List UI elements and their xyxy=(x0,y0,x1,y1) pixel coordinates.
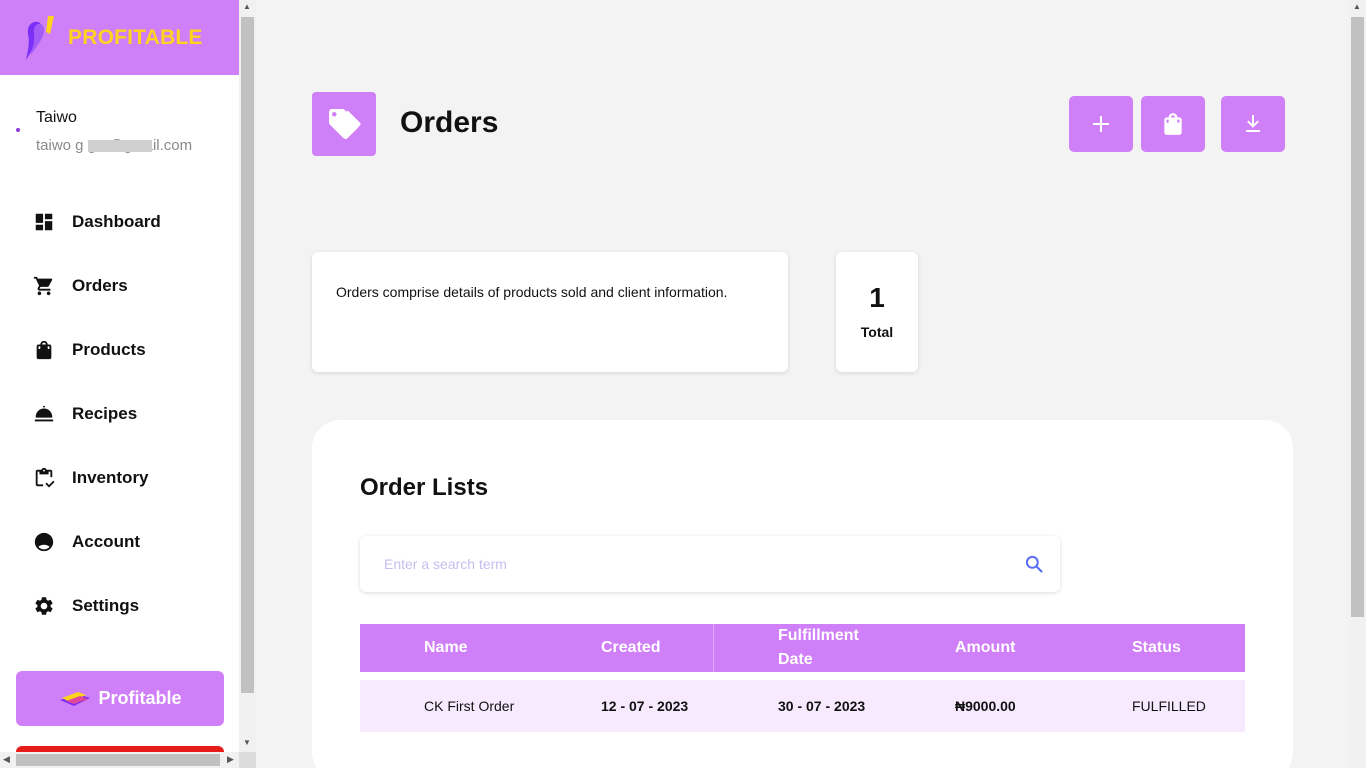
sidebar-item-account[interactable]: Account xyxy=(0,522,239,562)
search-box xyxy=(360,536,1060,592)
sidebar-item-label: Inventory xyxy=(72,468,149,487)
total-card: 1 Total xyxy=(836,252,918,372)
bag-icon xyxy=(36,340,52,360)
promo-label: Profitable xyxy=(98,688,182,708)
download-icon xyxy=(1246,115,1260,132)
sidebar-item-inventory[interactable]: Inventory xyxy=(0,458,239,498)
brand-name: PROFITABLE xyxy=(68,26,203,49)
sidebar-horizontal-scrollbar[interactable]: ◀ ▶ xyxy=(0,752,239,768)
cell-created: 12 - 07 - 2023 xyxy=(601,698,689,714)
email-redaction xyxy=(88,140,152,152)
description-card: Orders comprise details of products sold… xyxy=(312,252,788,372)
download-button[interactable] xyxy=(1221,96,1285,152)
sidebar-item-label: Settings xyxy=(72,596,140,615)
sidebar: PROFITABLE Taiwo taiwo g g 1@gmail.com D… xyxy=(0,0,239,768)
cart-icon xyxy=(33,276,53,296)
search-icon[interactable] xyxy=(1024,554,1044,574)
brand-header[interactable]: PROFITABLE xyxy=(0,0,239,75)
column-header-name[interactable]: Name xyxy=(424,636,468,660)
plus-icon xyxy=(1093,116,1109,132)
scrollbar-thumb[interactable] xyxy=(241,17,254,693)
cloche-icon xyxy=(34,405,54,422)
sidebar-item-label: Products xyxy=(72,340,146,359)
sidebar-item-recipes[interactable]: Recipes xyxy=(0,394,239,434)
scroll-down-arrow-icon[interactable]: ▼ xyxy=(243,738,251,747)
cell-status: FULFILLED xyxy=(1132,698,1206,714)
scroll-up-arrow-icon[interactable]: ▲ xyxy=(1353,2,1361,11)
description-text: Orders comprise details of products sold… xyxy=(336,284,728,300)
dashboard-icon xyxy=(35,213,53,231)
cell-amount: ₦9000.00 xyxy=(955,698,1016,714)
scroll-up-arrow-icon[interactable]: ▲ xyxy=(243,2,251,11)
scrollbar-thumb[interactable] xyxy=(1351,17,1364,617)
gear-icon xyxy=(35,597,53,615)
column-header-amount[interactable]: Amount xyxy=(955,636,1015,660)
search-input[interactable] xyxy=(384,554,1004,574)
scrollbar-thumb[interactable] xyxy=(16,754,220,766)
cell-name: CK First Order xyxy=(424,698,515,714)
sidebar-item-settings[interactable]: Settings xyxy=(0,586,239,626)
total-count: 1 xyxy=(869,282,885,313)
sidebar-item-dashboard[interactable]: Dashboard xyxy=(0,202,239,242)
sidebar-item-label: Dashboard xyxy=(72,212,161,231)
column-divider xyxy=(713,624,714,672)
sidebar-item-label: Recipes xyxy=(72,404,138,423)
total-label: Total xyxy=(860,324,894,340)
order-list-title: Order Lists xyxy=(360,474,489,501)
sidebar-vertical-scrollbar[interactable]: ▲ ▼ xyxy=(239,0,256,752)
table-row[interactable]: CK First Order 12 - 07 - 2023 30 - 07 - … xyxy=(360,680,1245,732)
brand-mark-icon xyxy=(60,691,91,706)
table-header: Name Created Fulfillment Date Amount Sta… xyxy=(360,624,1245,672)
scrollbar-corner xyxy=(239,752,256,768)
shopping-bag-icon xyxy=(1164,113,1182,135)
column-header-status[interactable]: Status xyxy=(1132,636,1181,660)
sidebar-item-label: Account xyxy=(72,532,140,551)
cell-fulfillment-date: 30 - 07 - 2023 xyxy=(778,698,866,714)
account-icon xyxy=(34,532,54,552)
add-order-button[interactable] xyxy=(1069,96,1133,152)
order-list-card: Order Lists Name Created Fulfillment Dat… xyxy=(312,420,1293,768)
profitable-button[interactable]: Profitable xyxy=(16,671,224,726)
column-header-fulfillment-date[interactable]: Fulfillment Date xyxy=(778,624,888,672)
tag-icon xyxy=(329,109,361,139)
page-vertical-scrollbar[interactable]: ▲ xyxy=(1349,0,1366,768)
page-header-icon xyxy=(312,92,376,156)
clipboard-icon xyxy=(35,467,55,488)
scroll-left-arrow-icon[interactable]: ◀ xyxy=(3,754,10,765)
brand-logo xyxy=(26,16,54,60)
status-dot xyxy=(16,128,20,132)
sidebar-item-products[interactable]: Products xyxy=(0,330,239,370)
user-name: Taiwo xyxy=(36,109,77,126)
column-header-created[interactable]: Created xyxy=(601,636,661,660)
sidebar-item-label: Orders xyxy=(72,276,128,295)
sidebar-item-orders[interactable]: Orders xyxy=(0,266,239,306)
page-title: Orders xyxy=(400,106,499,139)
scroll-right-arrow-icon[interactable]: ▶ xyxy=(227,754,234,765)
shop-button[interactable] xyxy=(1141,96,1205,152)
